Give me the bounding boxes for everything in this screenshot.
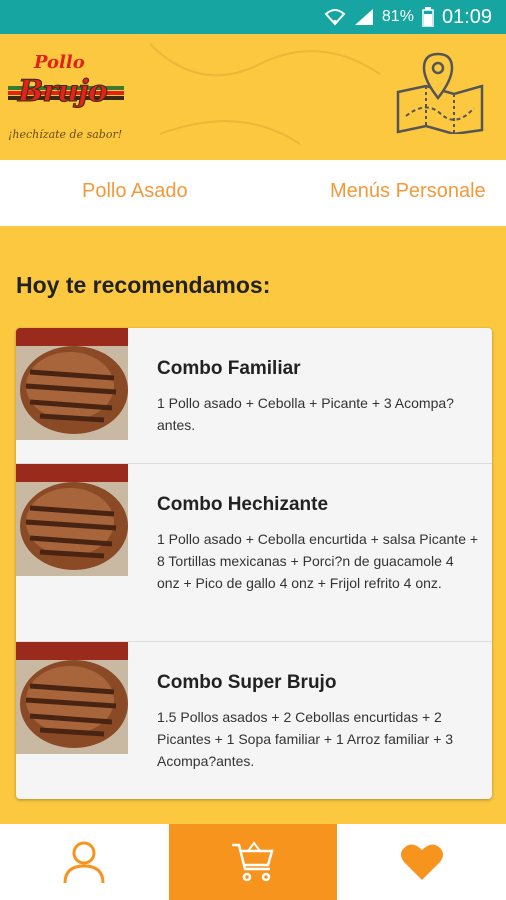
section-title: Hoy te recomendamos: (16, 272, 271, 298)
battery-icon (422, 7, 434, 27)
status-time: 01:09 (441, 5, 492, 28)
tab-menus-personales[interactable]: Menús Personale (330, 180, 486, 203)
nav-profile-button[interactable] (0, 824, 169, 900)
tab-pollo-asado[interactable]: Pollo Asado (82, 180, 188, 203)
cart-icon (231, 841, 274, 882)
list-item[interactable]: Combo Super Brujo 1.5 Pollos asados + 2 … (16, 642, 492, 799)
user-icon (63, 841, 105, 884)
logo-brujo: Brujo (18, 74, 109, 110)
logo-pollo: Pollo (34, 52, 85, 73)
nav-cart-button[interactable] (168, 824, 338, 900)
logo-tagline: ¡hechízate de sabor! (8, 128, 123, 141)
battery-percent: 81% (381, 8, 414, 25)
app-header: Pollo Brujo ¡hechízate de sabor! (0, 34, 506, 160)
status-bar: 81% 01:09 (0, 0, 506, 34)
item-title: Combo Hechizante (157, 494, 329, 515)
item-description: 1 Pollo asado + Cebolla encurtida + sals… (157, 531, 479, 591)
item-title: Combo Familiar (157, 358, 301, 379)
wifi-icon (324, 8, 346, 26)
list-item[interactable]: Combo Familiar 1 Pollo asado + Cebolla +… (16, 328, 492, 464)
list-item[interactable]: Combo Hechizante 1 Pollo asado + Cebolla… (16, 464, 492, 642)
chicken-image (16, 642, 128, 754)
chicken-image (16, 328, 128, 440)
map-icon[interactable] (396, 50, 486, 136)
item-description: 1.5 Pollos asados + 2 Cebollas encurtida… (157, 709, 454, 769)
nav-favorites-button[interactable] (337, 824, 506, 900)
signal-icon (354, 8, 374, 26)
chicken-image (16, 464, 128, 576)
heart-icon (400, 844, 443, 880)
bottom-nav (0, 824, 506, 900)
item-description: 1 Pollo asado + Cebolla + Picante + 3 Ac… (157, 395, 454, 433)
item-title: Combo Super Brujo (157, 672, 337, 693)
category-tabs: Pollo Asado Menús Personale (0, 160, 506, 226)
pollo-brujo-logo: Pollo Brujo ¡hechízate de sabor! (8, 52, 128, 152)
main-content[interactable]: Hoy te recomendamos: Combo Familiar 1 Po… (0, 226, 506, 824)
recommendation-list: Combo Familiar 1 Pollo asado + Cebolla +… (16, 328, 492, 799)
